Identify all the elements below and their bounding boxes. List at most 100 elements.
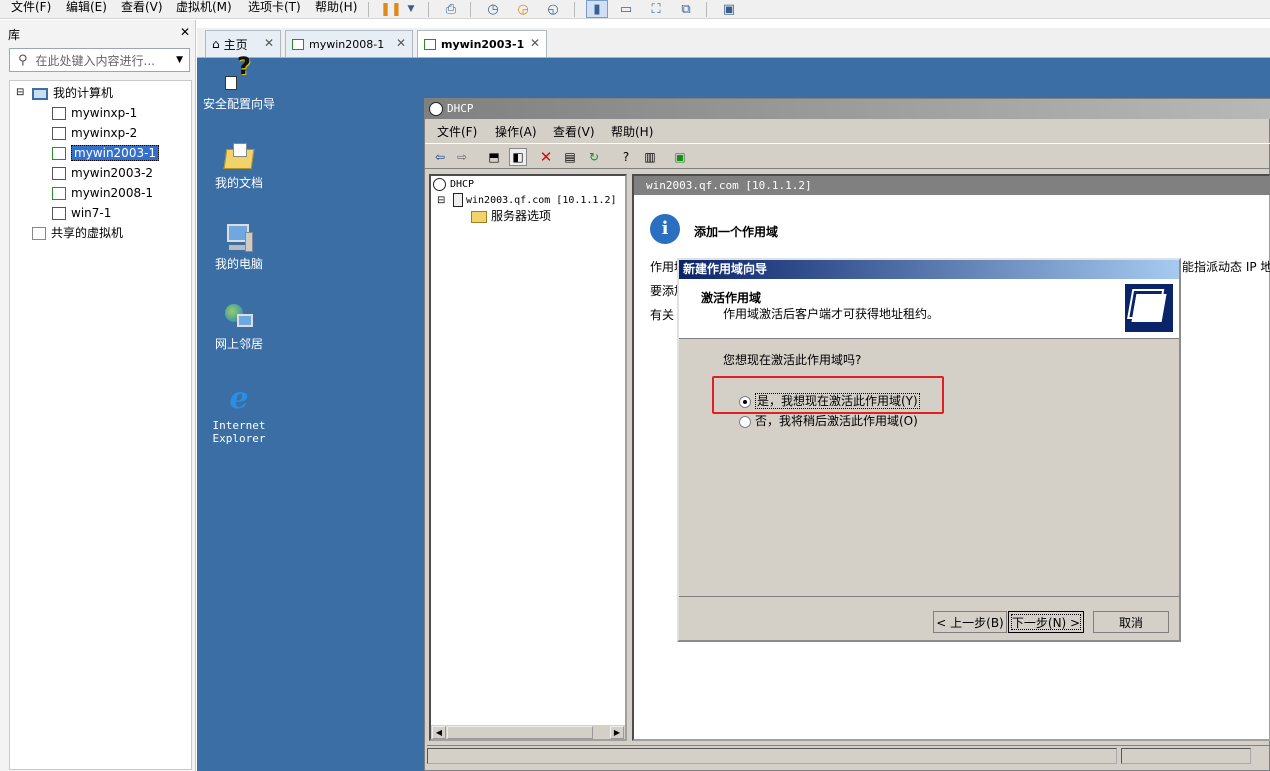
show-library-icon[interactable]: ▮ (586, 0, 608, 18)
properties-icon[interactable]: ▤ (561, 148, 579, 166)
dhcp-menu-view[interactable]: 查看(V) (553, 123, 595, 140)
tree-vm-mywinxp-2[interactable]: mywinxp-2 (52, 124, 137, 142)
menu-edit[interactable]: 编辑(E) (63, 0, 107, 19)
vm-label: win7-1 (71, 206, 112, 220)
scroll-right-icon[interactable]: ▶ (610, 726, 624, 739)
info-text-fragment: 能指派动态 IP 地 (1182, 260, 1270, 274)
refresh-icon[interactable]: ↻ (585, 148, 603, 166)
wizard-heading: 激活作用域 (701, 291, 762, 305)
tab-mywin2008-1[interactable]: mywin2008-1 ✕ (285, 30, 413, 57)
next-button[interactable]: 下一步(N) > (1008, 611, 1084, 633)
console-view-icon[interactable]: ▣ (718, 0, 740, 18)
vm-running-icon (292, 38, 304, 50)
fullscreen-icon[interactable]: ⛶ (645, 0, 667, 18)
tree-vm-mywin2008-1[interactable]: mywin2008-1 (52, 184, 153, 202)
wizard-button-row: < 上一步(B) 下一步(N) > 取消 (679, 596, 1179, 640)
console-icon[interactable]: ▣ (671, 148, 689, 166)
tree-vm-mywin2003-2[interactable]: mywin2003-2 (52, 164, 153, 182)
send-ctrl-alt-del-icon[interactable]: ⎙ (440, 0, 462, 18)
collapse-icon[interactable]: ⊟ (16, 84, 24, 102)
tree-vm-win7-1[interactable]: win7-1 (52, 204, 111, 222)
info-title: 添加一个作用域 (694, 225, 779, 239)
computer-icon (32, 87, 48, 100)
menu-vm[interactable]: 虚拟机(M) (173, 0, 232, 19)
new-scope-wizard-dialog: 新建作用域向导 激活作用域 作用域激活后客户端才可获得地址租约。 您想现在激活此… (677, 258, 1181, 642)
dhcp-menu-file[interactable]: 文件(F) (437, 123, 477, 140)
desktop-icon-my-documents[interactable]: 我的文档 (197, 141, 281, 190)
vm-label: mywin2008-1 (71, 186, 154, 200)
menu-file[interactable]: 文件(F) (8, 0, 51, 19)
security-wizard-icon: ? (223, 54, 255, 94)
library-close-button[interactable]: ✕ (180, 25, 190, 39)
forward-icon[interactable]: ⇨ (453, 148, 471, 166)
back-button[interactable]: < 上一步(B) (933, 611, 1007, 633)
desktop-icon-my-computer[interactable]: 我的电脑 (197, 222, 281, 271)
library-search-box[interactable]: ⚲ 在此处键入内容进行... ▼ (9, 48, 190, 72)
library-tree: ⊟ 我的计算机 mywinxp-1 mywinxp-2 mywin2003-1 … (9, 80, 192, 770)
tree-server-options[interactable]: 服务器选项 (471, 207, 551, 225)
scroll-thumb[interactable] (447, 726, 593, 739)
dhcp-root-icon (433, 177, 446, 191)
tree-server-label: win2003.qf.com [10.1.1.2] (466, 195, 617, 206)
menu-tabs[interactable]: 选项卡(T) (245, 0, 301, 19)
show-hide-tree-icon[interactable]: ◧ (509, 148, 527, 166)
vm-icon (52, 127, 66, 140)
pause-icon[interactable]: ❚❚ (380, 0, 402, 18)
wizard-header: 激活作用域 作用域激活后客户端才可获得地址租约。 (679, 279, 1179, 339)
snapshot-manager-icon[interactable]: ◵ (542, 0, 564, 18)
desktop-icon-network[interactable]: 网上邻居 (197, 302, 281, 351)
delete-icon[interactable]: ✕ (537, 148, 555, 166)
export-list-icon[interactable]: ▥ (641, 148, 659, 166)
menu-view[interactable]: 查看(V) (118, 0, 163, 19)
dhcp-menu-help[interactable]: 帮助(H) (611, 123, 653, 140)
dhcp-statusbar (427, 745, 1269, 765)
unity-icon[interactable]: ⧉ (675, 0, 697, 18)
vm-label: mywin2003-2 (71, 166, 154, 180)
tab-mywin2003-1-close-icon[interactable]: ✕ (530, 36, 540, 50)
library-panel: 库 ✕ ⚲ 在此处键入内容进行... ▼ ⊟ 我的计算机 mywinxp-1 m… (0, 20, 196, 771)
help-icon[interactable]: ? (617, 148, 635, 166)
home-icon: ⌂ (212, 37, 220, 51)
tab-home-close-icon[interactable]: ✕ (264, 36, 274, 50)
desktop-icon-internet-explorer[interactable]: e Internet Explorer (197, 383, 281, 446)
revert-snapshot-icon[interactable]: ◶ (512, 0, 534, 18)
scroll-left-icon[interactable]: ◀ (432, 726, 446, 739)
tree-vm-mywin2003-1[interactable]: mywin2003-1 (52, 144, 160, 162)
library-title: 库 (8, 28, 21, 42)
tree-vm-mywinxp-1[interactable]: mywinxp-1 (52, 104, 137, 122)
cancel-button[interactable]: 取消 (1093, 611, 1169, 633)
tab-mywin2003-1-label: mywin2003-1 (441, 37, 525, 51)
thumbnail-bar-icon[interactable]: ▭ (615, 0, 637, 18)
wizard-titlebar: 新建作用域向导 (679, 260, 1179, 279)
search-icon: ⚲ (18, 52, 28, 68)
tab-mywin2003-1[interactable]: mywin2003-1 ✕ (417, 30, 547, 57)
desktop-icon-security-wizard[interactable]: ? 安全配置向导 (197, 54, 281, 111)
dhcp-menu-action[interactable]: 操作(A) (495, 123, 537, 140)
back-icon[interactable]: ⇦ (431, 148, 449, 166)
desktop-icon-label: 我的电脑 (214, 257, 263, 271)
chevron-down-icon[interactable]: ▼ (400, 0, 422, 18)
vm-icon (52, 107, 66, 120)
tree-hscrollbar[interactable]: ◀ ▶ (431, 724, 625, 739)
vm-tab-bar: ⌂ 主页 ✕ mywin2008-1 ✕ mywin2003-1 ✕ (197, 28, 1270, 58)
up-folder-icon[interactable]: ⬒ (485, 148, 503, 166)
wizard-subheading: 作用域激活后客户端才可获得地址租约。 (723, 307, 940, 321)
search-dropdown-icon[interactable]: ▼ (176, 55, 183, 65)
desktop-icon-label: 我的文档 (214, 176, 263, 190)
shared-vms-label: 共享的虚拟机 (51, 226, 124, 240)
tree-collapse-icon[interactable]: ⊟ (437, 192, 445, 210)
tree-server-options-label: 服务器选项 (491, 209, 552, 223)
vm-running-icon (52, 147, 66, 160)
radio-activate-later[interactable]: 否，我将稍后激活此作用域(O) (739, 412, 918, 429)
dhcp-app-icon (429, 102, 443, 116)
search-input[interactable]: 在此处键入内容进行... (36, 52, 177, 69)
snapshot-icon[interactable]: ◷ (482, 0, 504, 18)
tree-dhcp-root-label: DHCP (450, 179, 475, 190)
tree-shared-vms[interactable]: 共享的虚拟机 (32, 224, 123, 242)
radio-button-unchecked[interactable] (739, 415, 751, 428)
server-icon (453, 193, 463, 207)
tab-mywin2008-1-close-icon[interactable]: ✕ (396, 36, 406, 50)
radio-activate-later-label: 否，我将稍后激活此作用域(O) (755, 414, 918, 428)
menu-help[interactable]: 帮助(H) (312, 0, 357, 19)
tree-my-computer[interactable]: 我的计算机 (32, 84, 113, 102)
